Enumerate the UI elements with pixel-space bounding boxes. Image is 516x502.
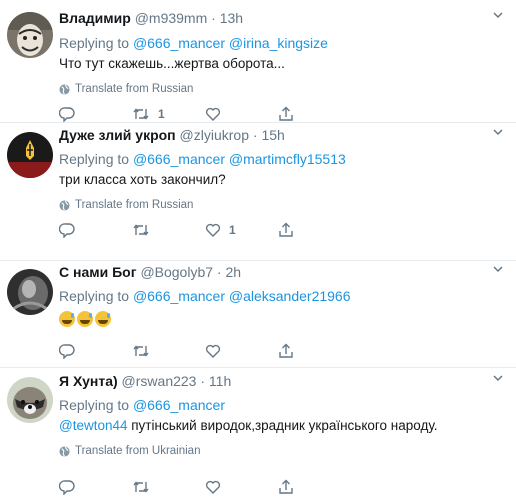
reply-icon — [59, 107, 75, 122]
separator-dot: · — [252, 127, 258, 143]
mention-link[interactable]: @666_mancer — [133, 151, 225, 167]
mention-link[interactable]: @666_mancer — [133, 397, 225, 413]
like-icon — [205, 223, 221, 237]
mention-link[interactable]: @666_mancer — [133, 288, 225, 304]
tweet[interactable]: Я Хунта) @rswan223 · 11h Replying to @66… — [0, 368, 516, 502]
translate-label[interactable]: Translate from Russian — [75, 80, 193, 98]
tweet-header: Владимир @m939mm · 13h — [59, 9, 506, 28]
retweet-button[interactable] — [132, 479, 158, 495]
tweet-header: Я Хунта) @rswan223 · 11h — [59, 372, 506, 391]
avatar[interactable] — [7, 377, 53, 423]
share-button[interactable] — [278, 222, 294, 238]
like-button[interactable] — [205, 479, 229, 495]
mention-link[interactable]: @martimcfly15513 — [229, 151, 346, 167]
replying-to-label: Replying to — [59, 288, 130, 304]
chevron-down-icon[interactable] — [492, 263, 504, 275]
reply-button[interactable] — [59, 479, 83, 495]
mention-link[interactable]: @tewton44 — [59, 418, 128, 433]
reply-icon — [59, 344, 75, 359]
mention-link[interactable]: @irina_kingsize — [229, 35, 328, 51]
share-button[interactable] — [278, 106, 294, 122]
globe-icon — [59, 445, 70, 457]
reply-icon — [59, 223, 75, 238]
tweet-header: С нами Бог @Bogolyb7 · 2h — [59, 263, 506, 282]
replying-to: Replying to @666_mancer @aleksander21966 — [59, 286, 506, 307]
mention-link[interactable]: @666_mancer — [133, 35, 225, 51]
like-button[interactable]: 1 — [205, 222, 236, 238]
tweet-text: три класса хоть закончил? — [59, 172, 226, 187]
tweet-text: @tewton44 путінський виродок,зрадник укр… — [59, 416, 506, 436]
tweet-timestamp[interactable]: 11h — [209, 373, 231, 389]
like-icon — [205, 480, 221, 494]
avatar[interactable] — [7, 12, 53, 58]
translate-link[interactable]: Translate from Russian — [59, 80, 506, 98]
translate-link[interactable]: Translate from Russian — [59, 196, 506, 214]
retweet-icon — [133, 224, 149, 236]
avatar[interactable] — [7, 132, 53, 178]
reply-icon — [59, 480, 75, 495]
share-icon — [279, 222, 293, 237]
tweet-timestamp[interactable]: 13h — [220, 10, 243, 26]
tweet-text: Что тут скажешь...жертва оборота... — [59, 56, 285, 71]
user-handle[interactable]: @rswan223 — [122, 373, 197, 389]
retweet-icon — [133, 108, 149, 120]
replying-to-label: Replying to — [59, 35, 130, 51]
retweet-icon — [133, 345, 149, 357]
replying-to: Replying to @666_mancer @martimcfly15513 — [59, 149, 506, 170]
display-name[interactable]: Владимир — [59, 10, 131, 26]
sweat-smile-emoji — [59, 311, 75, 328]
separator-dot: · — [216, 264, 222, 280]
reply-button[interactable] — [59, 106, 83, 122]
tweet[interactable]: Дуже злий укроп @zlyiukrop · 15h Replyin… — [0, 123, 516, 261]
share-icon — [279, 479, 293, 494]
retweet-count: 1 — [158, 107, 165, 121]
tweet-text-body: путінський виродок,зрадник українського … — [127, 418, 438, 433]
translate-label[interactable]: Translate from Russian — [75, 196, 193, 214]
like-icon — [205, 344, 221, 358]
like-button[interactable] — [205, 106, 229, 122]
tweet[interactable]: Владимир @m939mm · 13h Replying to @666_… — [0, 0, 516, 123]
tweet-timestamp[interactable]: 2h — [225, 264, 241, 280]
display-name[interactable]: Я Хунта) — [59, 373, 118, 389]
like-button[interactable] — [205, 343, 229, 359]
share-button[interactable] — [278, 343, 294, 359]
chevron-down-icon[interactable] — [492, 372, 504, 384]
share-icon — [279, 343, 293, 358]
replying-to: Replying to @666_mancer — [59, 395, 506, 416]
tweet-timestamp[interactable]: 15h — [261, 127, 284, 143]
separator-dot: · — [200, 373, 206, 389]
separator-dot: · — [211, 10, 216, 26]
retweet-button[interactable] — [132, 343, 158, 359]
globe-icon — [59, 199, 70, 211]
tweet[interactable]: С нами Бог @Bogolyb7 · 2h Replying to @6… — [0, 261, 516, 368]
share-icon — [279, 106, 293, 121]
translate-label[interactable]: Translate from Ukrainian — [75, 442, 200, 460]
user-handle[interactable]: @m939mm — [135, 10, 208, 26]
like-count: 1 — [229, 223, 236, 237]
chevron-down-icon[interactable] — [492, 9, 504, 21]
mention-link[interactable]: @aleksander21966 — [229, 288, 351, 304]
retweet-button[interactable]: 1 — [132, 106, 165, 122]
sweat-smile-emoji — [95, 311, 111, 328]
tweet-header: Дуже злий укроп @zlyiukrop · 15h — [59, 126, 506, 145]
share-button[interactable] — [278, 479, 294, 495]
user-handle[interactable]: @zlyiukrop — [180, 127, 249, 143]
replying-to: Replying to @666_mancer @irina_kingsize — [59, 33, 506, 54]
retweet-button[interactable] — [132, 222, 158, 238]
display-name[interactable]: С нами Бог — [59, 264, 137, 280]
tweet-text — [59, 309, 506, 329]
retweet-icon — [133, 481, 149, 493]
replying-to-label: Replying to — [59, 151, 130, 167]
replying-to-label: Replying to — [59, 397, 130, 413]
sweat-smile-emoji — [77, 311, 93, 328]
translate-link[interactable]: Translate from Ukrainian — [59, 442, 506, 460]
display-name[interactable]: Дуже злий укроп — [59, 127, 176, 143]
reply-button[interactable] — [59, 343, 83, 359]
globe-icon — [59, 83, 70, 95]
chevron-down-icon[interactable] — [492, 126, 504, 138]
like-icon — [205, 107, 221, 121]
user-handle[interactable]: @Bogolyb7 — [140, 264, 213, 280]
avatar[interactable] — [7, 269, 53, 315]
reply-button[interactable] — [59, 222, 83, 238]
